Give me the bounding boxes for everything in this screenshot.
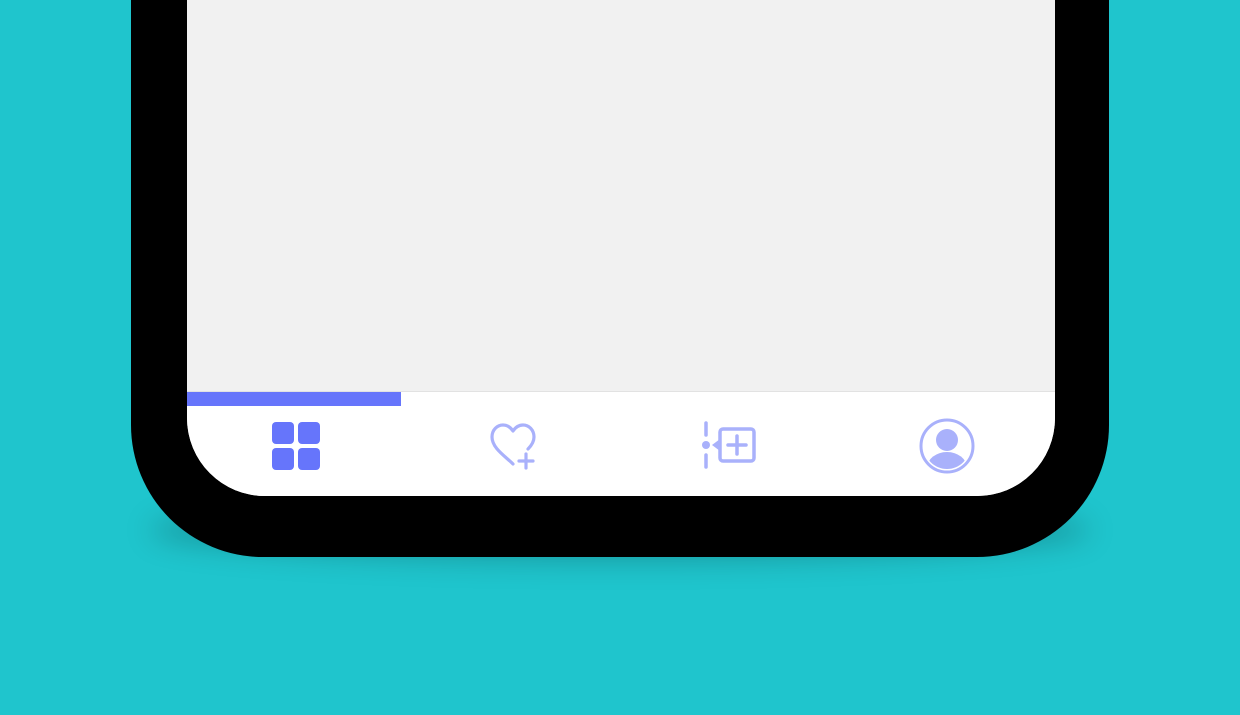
content-area bbox=[187, 0, 1055, 391]
grid-icon bbox=[271, 422, 320, 470]
heart-plus-icon bbox=[489, 423, 536, 470]
tab-profile[interactable] bbox=[838, 406, 1055, 486]
tab-favorites[interactable] bbox=[404, 406, 621, 486]
profile-icon bbox=[919, 418, 974, 474]
bottom-tab-bar bbox=[187, 391, 1055, 496]
tab-home[interactable] bbox=[187, 406, 404, 486]
add-item-icon bbox=[701, 421, 756, 469]
phone-screen bbox=[187, 0, 1055, 496]
active-tab-indicator bbox=[187, 392, 401, 406]
app-stage bbox=[0, 0, 1240, 715]
tab-add[interactable] bbox=[621, 406, 838, 486]
